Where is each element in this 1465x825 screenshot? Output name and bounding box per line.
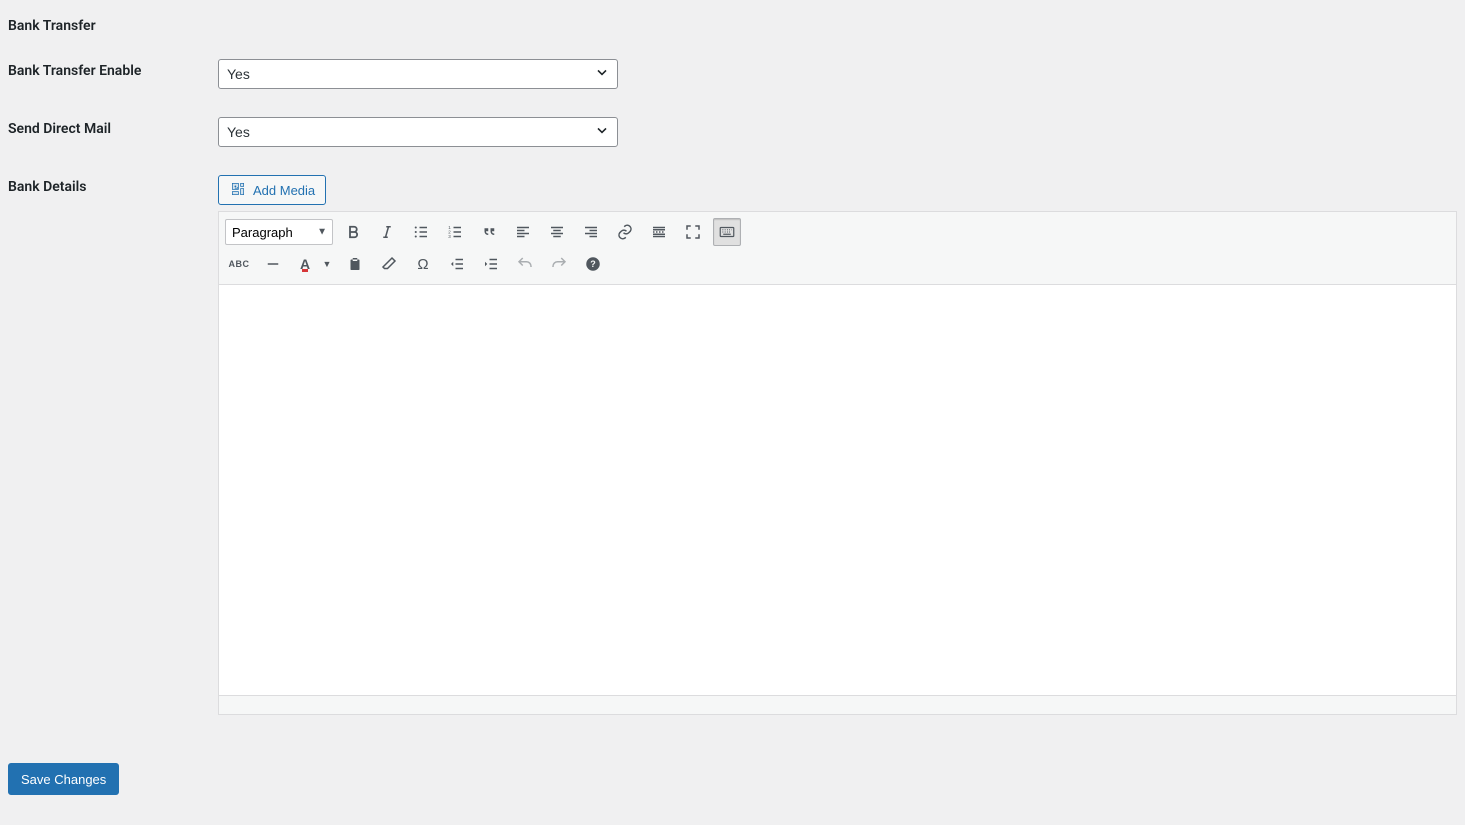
- link-button[interactable]: [611, 218, 639, 246]
- clear-formatting-button[interactable]: [375, 250, 403, 278]
- omega-icon: Ω: [417, 256, 428, 273]
- outdent-button[interactable]: [443, 250, 471, 278]
- help-button[interactable]: ?: [579, 250, 607, 278]
- strikethrough-button[interactable]: ABC: [225, 250, 253, 278]
- eraser-icon: [380, 255, 398, 273]
- paste-as-text-button[interactable]: [341, 250, 369, 278]
- italic-button[interactable]: [373, 218, 401, 246]
- svg-text:?: ?: [590, 259, 596, 269]
- horizontal-line-icon: [264, 255, 282, 273]
- special-character-button[interactable]: Ω: [409, 250, 437, 278]
- chevron-down-icon: ▼: [323, 259, 332, 269]
- align-right-icon: [582, 223, 600, 241]
- align-center-button[interactable]: [543, 218, 571, 246]
- row-bank-transfer-enable: Bank Transfer Enable Yes: [8, 59, 1457, 89]
- outdent-icon: [448, 255, 466, 273]
- row-send-direct-mail: Send Direct Mail Yes: [8, 117, 1457, 147]
- editor-status-bar: [219, 696, 1456, 714]
- fullscreen-button[interactable]: [679, 218, 707, 246]
- label-send-direct-mail: Send Direct Mail: [8, 117, 218, 137]
- bullet-list-icon: [412, 223, 430, 241]
- indent-button[interactable]: [477, 250, 505, 278]
- strikethrough-icon: ABC: [229, 259, 250, 269]
- text-color-icon: A: [300, 254, 310, 274]
- fullscreen-icon: [684, 223, 702, 241]
- bold-icon: [344, 223, 362, 241]
- send-direct-mail-select[interactable]: Yes: [218, 117, 618, 147]
- indent-icon: [482, 255, 500, 273]
- clipboard-icon: [346, 255, 364, 273]
- bullet-list-button[interactable]: [407, 218, 435, 246]
- read-more-icon: [650, 223, 668, 241]
- align-left-icon: [514, 223, 532, 241]
- align-right-button[interactable]: [577, 218, 605, 246]
- numbered-list-icon: 123: [446, 223, 464, 241]
- redo-icon: [550, 255, 568, 273]
- undo-button[interactable]: [511, 250, 539, 278]
- format-dropdown[interactable]: Paragraph: [225, 219, 333, 245]
- section-title: Bank Transfer: [8, 18, 1457, 34]
- bank-transfer-enable-select[interactable]: Yes: [218, 59, 618, 89]
- link-icon: [616, 223, 634, 241]
- align-left-button[interactable]: [509, 218, 537, 246]
- bold-button[interactable]: [339, 218, 367, 246]
- blockquote-button[interactable]: [475, 218, 503, 246]
- add-media-icon: [229, 180, 247, 201]
- read-more-button[interactable]: [645, 218, 673, 246]
- help-icon: ?: [584, 255, 602, 273]
- add-media-label: Add Media: [253, 183, 315, 198]
- undo-icon: [516, 255, 534, 273]
- label-bank-transfer-enable: Bank Transfer Enable: [8, 59, 218, 79]
- editor-content-area[interactable]: [219, 285, 1456, 696]
- svg-text:3: 3: [448, 234, 451, 239]
- wysiwyg-editor: Paragraph ▼: [218, 211, 1457, 715]
- text-color-button[interactable]: A: [293, 250, 317, 278]
- keyboard-icon: [717, 223, 737, 241]
- text-color-dropdown[interactable]: ▼: [319, 250, 335, 278]
- row-bank-details: Bank Details Add Media Paragraph: [8, 175, 1457, 715]
- toolbar-toggle-button[interactable]: [713, 218, 741, 246]
- save-changes-button[interactable]: Save Changes: [8, 763, 119, 795]
- italic-icon: [378, 223, 396, 241]
- numbered-list-button[interactable]: 123: [441, 218, 469, 246]
- add-media-button[interactable]: Add Media: [218, 175, 326, 205]
- blockquote-icon: [480, 223, 498, 241]
- redo-button[interactable]: [545, 250, 573, 278]
- horizontal-line-button[interactable]: [259, 250, 287, 278]
- align-center-icon: [548, 223, 566, 241]
- label-bank-details: Bank Details: [8, 175, 218, 195]
- editor-toolbar: Paragraph ▼: [219, 212, 1456, 285]
